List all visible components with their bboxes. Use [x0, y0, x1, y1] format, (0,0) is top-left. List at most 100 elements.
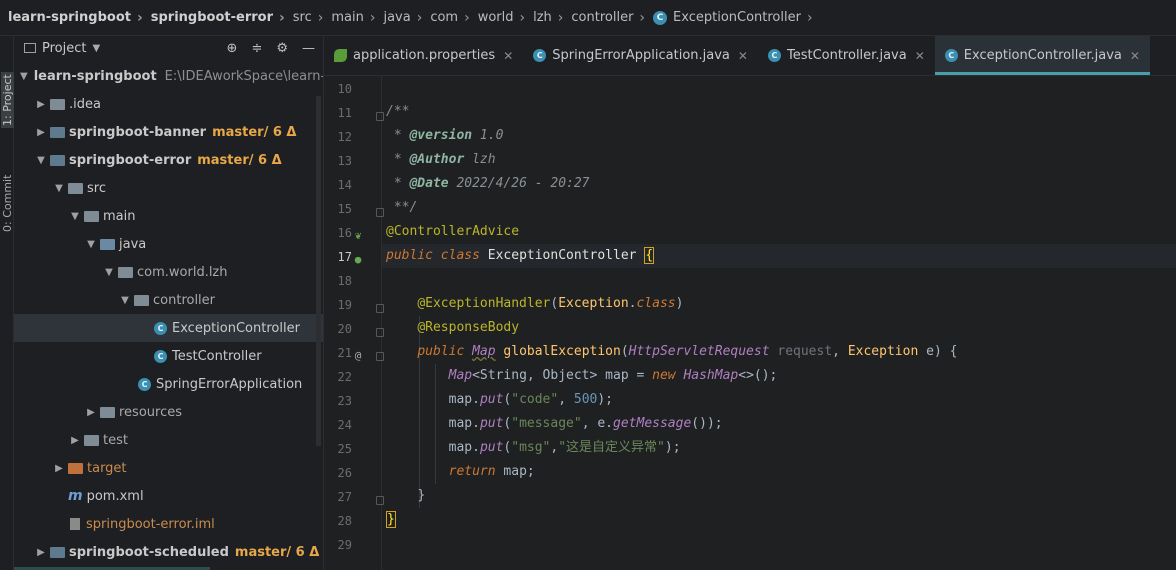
breadcrumb-item[interactable]: lzh › [533, 10, 571, 26]
editor-area: application.properties ✕ C SpringErrorAp… [324, 36, 1176, 570]
chevron-down-icon[interactable]: ▼ [92, 43, 100, 54]
fold-marker-icon[interactable] [376, 328, 384, 337]
tree-item-com-world-lzh[interactable]: ▼ com.world.lzh [14, 258, 323, 286]
chevron-right-icon[interactable]: ▶ [34, 127, 48, 138]
close-icon[interactable]: ✕ [915, 49, 925, 63]
chevron-down-icon[interactable]: ▼ [34, 155, 48, 166]
project-scrollbar[interactable] [316, 96, 321, 446]
tree-item-springboot-scheduled[interactable]: ▶ springboot-scheduled master/ 6 Δ [14, 538, 323, 566]
tree-item-pom-xml[interactable]: m pom.xml [14, 482, 323, 510]
tree-item-exception-controller[interactable]: C ExceptionController [14, 314, 323, 342]
breadcrumb-item[interactable]: learn-springboot › [8, 10, 151, 26]
chevron-down-icon[interactable]: ▼ [20, 71, 28, 82]
breadcrumb-item[interactable]: com › [430, 10, 477, 26]
tree-item-target[interactable]: ▶ target [14, 454, 323, 482]
tree-item-resources[interactable]: ▶ resources [14, 398, 323, 426]
tree-item-test[interactable]: ▶ test [14, 426, 323, 454]
close-icon[interactable]: ✕ [1130, 49, 1140, 63]
locate-icon[interactable]: ⊕ [227, 41, 238, 56]
tree-item-iml[interactable]: springboot-error.iml [14, 510, 323, 538]
code-text: <String, Object> [472, 368, 598, 383]
tree-item-learn-springboot[interactable]: ▼ learn-springboot E:\IDEAworkSpace\lear… [14, 62, 323, 90]
close-icon[interactable]: ✕ [738, 49, 748, 63]
close-icon[interactable]: ✕ [503, 49, 513, 63]
tree-item-label: learn-springboot [33, 68, 157, 84]
tree-item-label: resources [119, 404, 183, 420]
chevron-down-icon[interactable]: ▼ [102, 267, 116, 278]
tab-exception-controller[interactable]: C ExceptionController.java ✕ [934, 36, 1151, 75]
code-text: <>(); [738, 368, 778, 383]
project-panel-header: Project ▼ ⊕ ≑ ⚙ — [14, 36, 323, 60]
keyword: return [448, 464, 496, 479]
minimize-icon[interactable]: — [302, 41, 315, 56]
tab-spring-error-application[interactable]: C SpringErrorApplication.java ✕ [523, 36, 758, 75]
module-folder-icon [50, 546, 65, 558]
tree-item-springboot-banner[interactable]: ▶ springboot-banner master/ 6 Δ [14, 118, 323, 146]
fold-marker-icon[interactable] [376, 208, 384, 217]
breadcrumb-item[interactable]: main › [331, 10, 383, 26]
code-line: } [386, 508, 396, 532]
package-icon [134, 294, 149, 306]
tree-item-label: springboot-scheduled [69, 544, 229, 560]
fold-marker-icon[interactable] [376, 496, 384, 505]
tree-item-controller[interactable]: ▼ controller [14, 286, 323, 314]
tree-item-src[interactable]: ▼ src [14, 174, 323, 202]
annotation-text: @ResponseBody [417, 320, 520, 335]
tab-test-controller[interactable]: C TestController.java ✕ [758, 36, 935, 75]
tree-item-test-controller[interactable]: C TestController [14, 342, 323, 370]
override-at-icon[interactable]: @ [352, 350, 364, 362]
chevron-down-icon[interactable]: ▼ [68, 211, 82, 222]
tree-item-spring-error-application[interactable]: C SpringErrorApplication [14, 370, 323, 398]
code-text: map. [448, 416, 480, 431]
collapse-all-icon[interactable]: ≑ [251, 41, 262, 56]
code-line: map.put("code", 500); [386, 388, 613, 412]
parameter-name: e [926, 344, 934, 359]
tree-item-idea[interactable]: ▶ .idea [14, 90, 323, 118]
method-name: put [479, 416, 504, 431]
breadcrumb-item[interactable]: java › [383, 10, 430, 26]
project-tool-button[interactable]: 1: Project [1, 72, 14, 128]
breadcrumb-item[interactable]: world › [478, 10, 533, 26]
chevron-down-icon[interactable]: ▼ [52, 183, 66, 194]
chevron-right-icon[interactable]: ▶ [84, 407, 98, 418]
chevron-right-icon[interactable]: ▶ [34, 547, 48, 558]
chevron-right-icon[interactable]: ▶ [52, 463, 66, 474]
fold-marker-icon[interactable] [376, 352, 384, 361]
fold-marker-icon[interactable] [376, 112, 384, 121]
class-icon: C [154, 321, 167, 335]
source-folder-icon [100, 238, 115, 250]
tab-application-properties[interactable]: application.properties ✕ [324, 36, 523, 75]
commit-tool-button[interactable]: 0: Commit [1, 175, 14, 232]
package-icon [118, 266, 133, 278]
breadcrumb-label: learn-springboot [8, 10, 131, 25]
breadcrumb-item[interactable]: src › [293, 10, 332, 26]
line-number: 26 [337, 466, 352, 480]
chevron-down-icon[interactable]: ▼ [118, 295, 132, 306]
project-view-selector[interactable]: Project [42, 41, 86, 56]
project-icon [24, 43, 36, 53]
breadcrumb-item[interactable]: controller › [571, 10, 653, 26]
chevron-right-icon[interactable]: ▶ [68, 435, 82, 446]
breadcrumb-item[interactable]: C ExceptionController › [653, 10, 821, 26]
tree-item-springboot-error[interactable]: ▼ springboot-error master/ 6 Δ [14, 146, 323, 174]
spring-bean-icon[interactable]: ● [352, 254, 364, 266]
comment-text: * [386, 128, 410, 143]
line-number-current: 17 [337, 250, 352, 264]
tree-item-java[interactable]: ▼ java [14, 230, 323, 258]
class-name: Exception [558, 296, 629, 311]
tree-item-main[interactable]: ▼ main [14, 202, 323, 230]
type-name: Map [472, 344, 496, 359]
tree-item-label: springboot-error.iml [86, 516, 215, 532]
breadcrumb-item[interactable]: springboot-error › [151, 10, 293, 26]
gear-icon[interactable]: ⚙ [276, 41, 288, 56]
comment-text: lzh [464, 152, 496, 167]
spring-bean-icon[interactable]: ❦ [352, 230, 364, 242]
chevron-right-icon[interactable]: ▶ [34, 99, 48, 110]
string-literal: "这是自定义异常" [558, 440, 665, 455]
project-toolbar: ⊕ ≑ ⚙ — [227, 41, 323, 56]
code-editor[interactable]: 10 11 12 13 14 15 16 17 18 19 20 21 22 2… [324, 76, 1176, 570]
code-line: Map<String, Object> map = new HashMap<>(… [386, 364, 778, 388]
chevron-down-icon[interactable]: ▼ [84, 239, 98, 250]
code-text: ) [675, 296, 684, 311]
fold-marker-icon[interactable] [376, 304, 384, 313]
